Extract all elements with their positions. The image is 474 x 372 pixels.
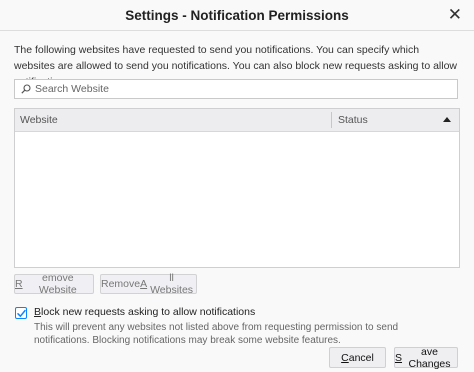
block-requests-label-post: lock new requests asking to allow notifi… — [41, 306, 256, 318]
remove-all-accesskey: A — [140, 278, 148, 290]
checkmark-icon — [17, 309, 26, 317]
cancel-accesskey: C — [341, 351, 349, 364]
column-header-status[interactable]: Status — [338, 114, 368, 126]
column-divider — [331, 112, 332, 128]
column-header-website[interactable]: Website — [20, 114, 58, 126]
table-header: Website Status — [15, 109, 459, 132]
save-accesskey: S — [395, 351, 403, 364]
save-changes-button[interactable]: Save Changes — [394, 345, 458, 370]
remove-website-label-post: emove Website — [38, 272, 77, 296]
remove-all-label-pre: Remove — [101, 278, 141, 290]
cancel-button[interactable]: Cancel — [329, 347, 386, 368]
block-requests-label[interactable]: Block new requests asking to allow notif… — [34, 306, 255, 318]
dialog-title: Settings - Notification Permissions — [125, 7, 349, 23]
search-icon — [21, 84, 31, 94]
website-table[interactable]: Website Status — [14, 108, 460, 268]
remove-all-label-post: ll Websites — [150, 272, 194, 296]
sort-ascending-icon[interactable] — [443, 117, 451, 122]
block-requests-description: This will prevent any websites not liste… — [34, 322, 399, 346]
block-requests-accesskey: B — [34, 306, 42, 318]
remove-website-accesskey: R — [15, 278, 23, 290]
close-icon[interactable]: ✕ — [448, 5, 462, 25]
remove-all-websites-button[interactable]: Remove All Websites — [100, 272, 197, 296]
block-requests-checkbox[interactable] — [15, 307, 27, 319]
title-bar: Settings - Notification Permissions ✕ — [0, 0, 474, 31]
save-label-post: ave Changes — [408, 345, 451, 370]
search-input[interactable] — [35, 83, 435, 95]
cancel-label-post: ancel — [348, 351, 374, 364]
search-box[interactable] — [14, 79, 458, 99]
remove-website-button[interactable]: Remove Website — [14, 272, 94, 296]
